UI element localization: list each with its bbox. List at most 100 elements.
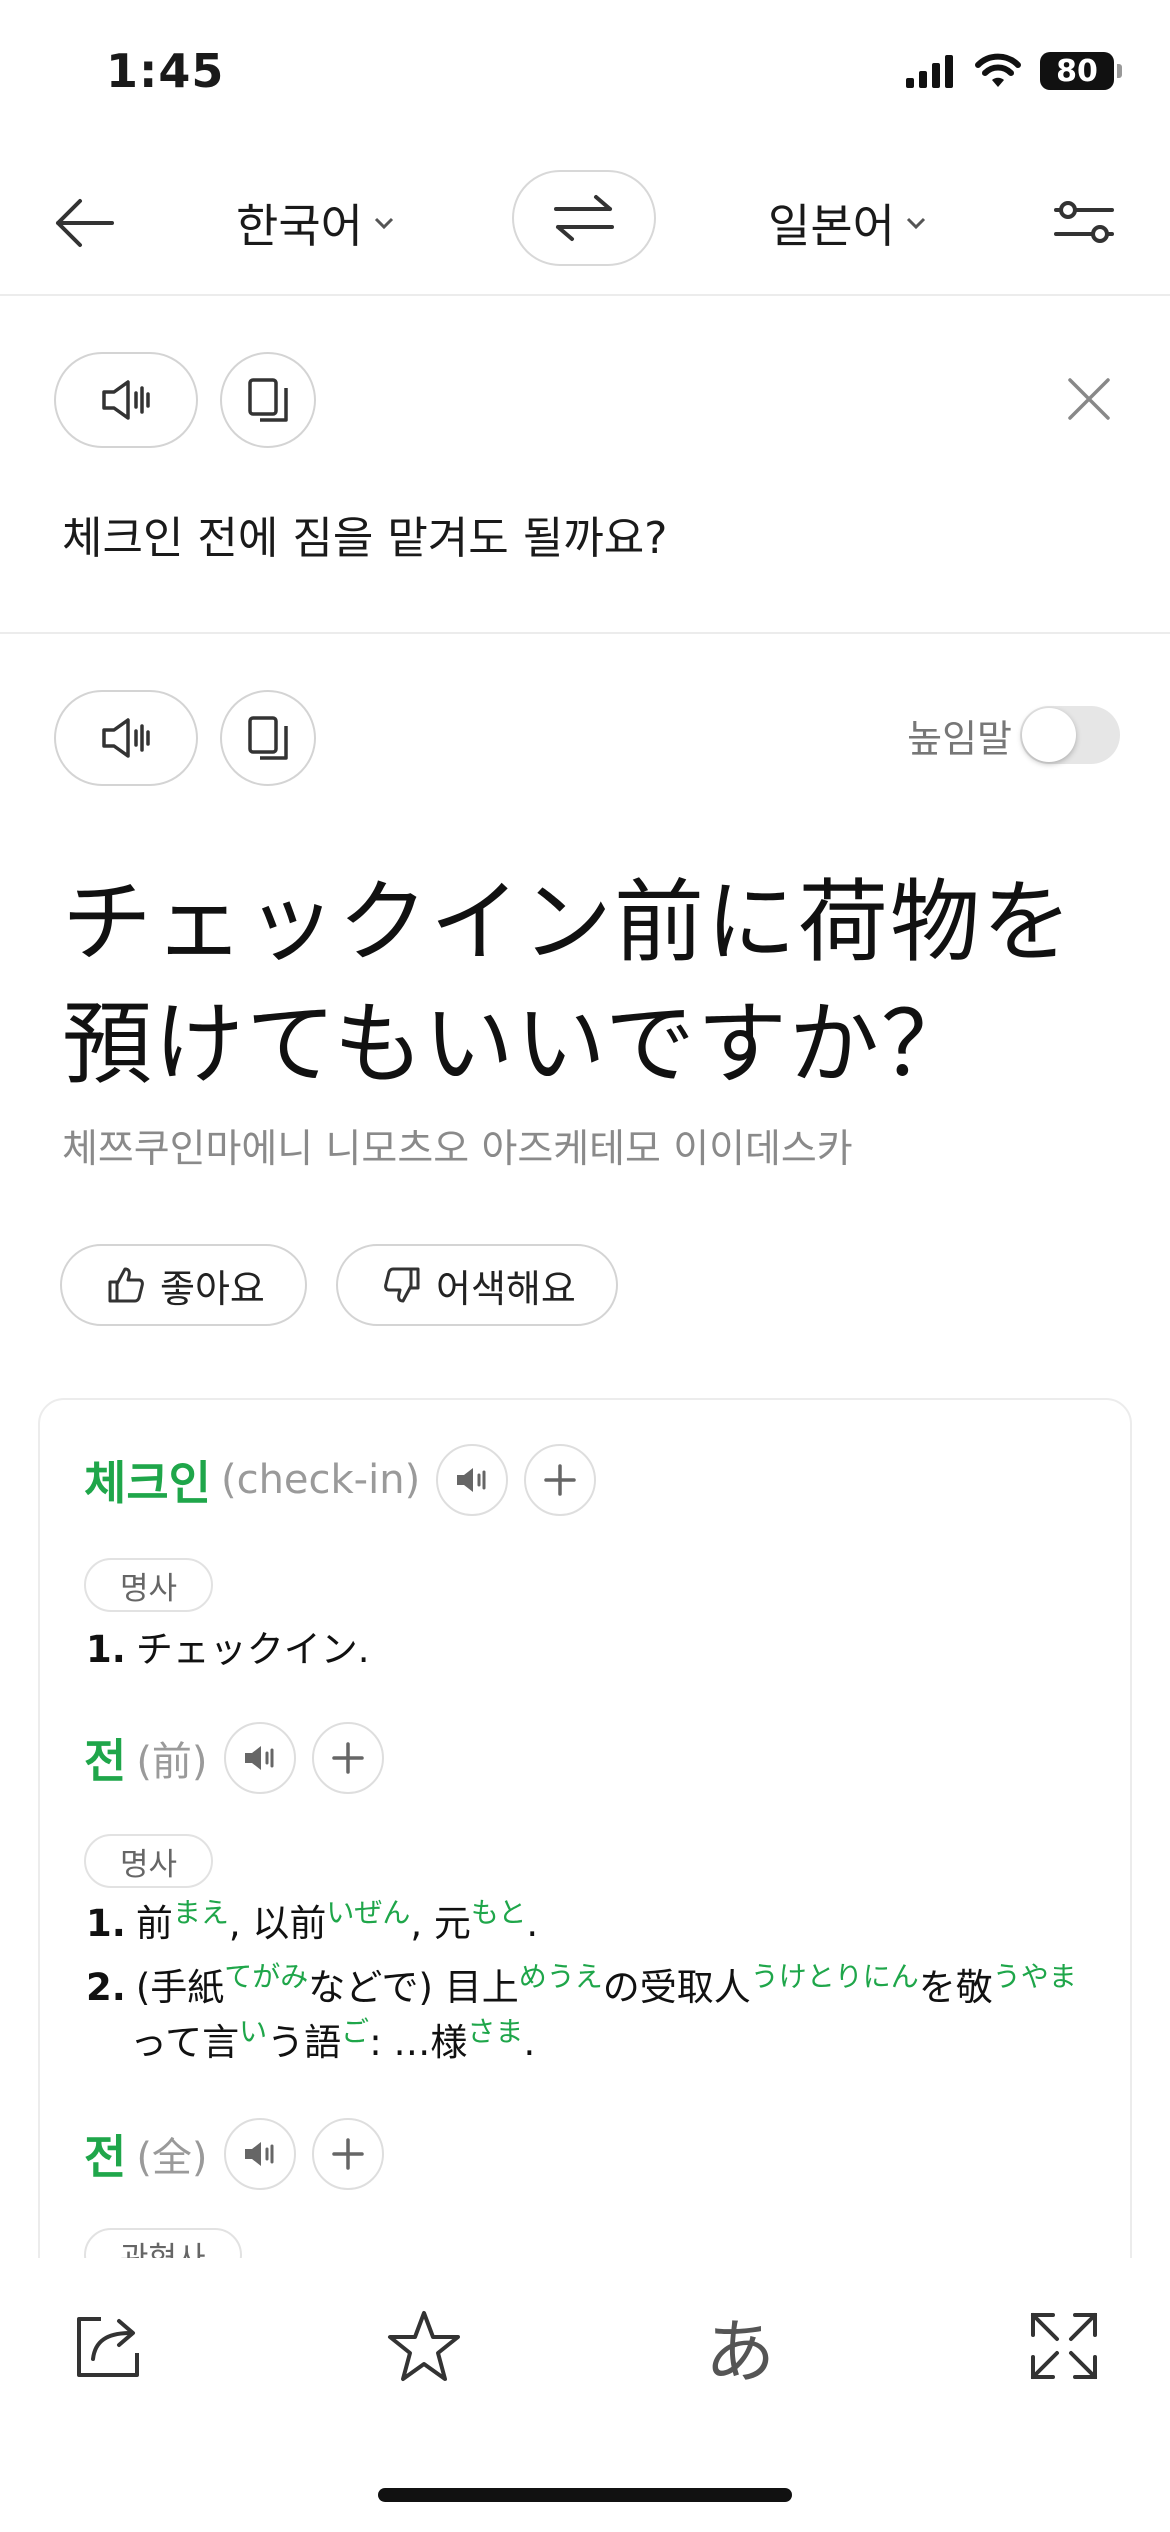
target-language-label: 일본어	[768, 199, 895, 253]
source-language-select[interactable]: 한국어	[236, 190, 397, 256]
entry-add-button[interactable]	[311, 1722, 384, 1794]
furigana: まえ	[172, 1896, 229, 1929]
entry-word[interactable]: 전	[84, 2121, 126, 2187]
sense-text: などで) 目上	[308, 1966, 519, 2009]
entry-add-button[interactable]	[524, 1444, 597, 1516]
home-indicator[interactable]	[378, 2488, 792, 2502]
sense-item: 1. 前まえ, 以前いぜん, 元もと.	[86, 1896, 539, 1953]
favorite-button[interactable]	[384, 2306, 464, 2386]
entry-word[interactable]: 전	[84, 1725, 126, 1791]
entry-add-button[interactable]	[311, 2118, 384, 2190]
speaker-icon	[244, 1746, 274, 1770]
translation-line-2: 預けてもいいですか？	[62, 992, 973, 1097]
expand-icon	[1031, 2313, 1097, 2379]
sense-text: う語	[267, 2021, 342, 2064]
entry-origin: (check-in)	[220, 1457, 421, 1503]
clear-button[interactable]	[1064, 374, 1114, 424]
furigana: もと	[470, 1896, 527, 1929]
settings-button[interactable]	[1052, 190, 1116, 254]
status-time: 1:45	[106, 44, 225, 98]
like-label: 좋아요	[160, 1266, 265, 1311]
status-bar: 1:45 80	[0, 0, 1170, 150]
translation-line-1: チェックイン前に荷物を	[62, 870, 1074, 975]
entry-speak-button[interactable]	[223, 1722, 296, 1794]
dislike-label: 어색해요	[436, 1266, 576, 1311]
honorific-toggle-group: 높임말	[907, 706, 1120, 764]
source-speak-button[interactable]	[54, 352, 198, 448]
sliders-icon	[1054, 201, 1114, 243]
sense-item: 2. (手紙てがみなどで) 目上めうえの受取人うけとりにんを敬うやま って言いう語…	[86, 1960, 1086, 2072]
furigana: い	[239, 2015, 268, 2048]
status-icons: 80	[906, 52, 1122, 90]
sense-text: , 以前	[228, 1902, 327, 1945]
target-language-select[interactable]: 일본어	[768, 190, 929, 256]
entry-origin: (前)	[136, 1739, 208, 1785]
speaker-icon	[244, 2142, 274, 2166]
like-button[interactable]: 좋아요	[60, 1244, 307, 1326]
result-speak-button[interactable]	[54, 690, 198, 786]
sense-continuation: って言いう語ご: …様さま.	[86, 2015, 1086, 2072]
share-button[interactable]	[68, 2306, 148, 2386]
sense-text: .	[523, 2021, 536, 2064]
arrow-left-icon	[56, 199, 114, 247]
furigana: さま	[467, 2015, 524, 2048]
part-of-speech-badge: 명사	[84, 1558, 214, 1612]
sense-text: を敬	[918, 1966, 993, 2009]
star-icon	[388, 2311, 460, 2381]
chevron-down-icon	[906, 217, 926, 230]
honorific-toggle[interactable]	[1020, 706, 1120, 764]
sense-text: (手紙	[135, 1966, 225, 2009]
dict-entry-head: 체크인 (check-in)	[84, 1444, 597, 1516]
entry-origin: (全)	[136, 2135, 208, 2181]
thumbs-up-icon	[108, 1267, 144, 1303]
close-icon	[1068, 378, 1110, 420]
fullscreen-button[interactable]	[1024, 2306, 1104, 2386]
sense-text: の受取人	[602, 1966, 751, 2009]
top-bar: 한국어 일본어	[0, 150, 1170, 296]
copy-icon	[248, 378, 288, 422]
source-text[interactable]: 체크인 전에 짐을 맡겨도 될까요?	[62, 502, 668, 566]
kana-button[interactable]: あ	[700, 2306, 780, 2393]
pronunciation-text: 체쯔쿠인마에니 니모츠오 아즈케테모 이이데스카	[62, 1127, 853, 1172]
sense-text: , 元	[410, 1902, 471, 1945]
honorific-label: 높임말	[907, 716, 1012, 761]
sense-item: 1. チェックイン.	[86, 1624, 370, 1676]
furigana: ご	[341, 2015, 370, 2048]
dictionary-card: 체크인 (check-in) 명사 1. チェックイン. 전 (前) 명사 1. 前…	[38, 1398, 1132, 2298]
sense-text: : …様	[369, 2021, 468, 2064]
dislike-button[interactable]: 어색해요	[336, 1244, 618, 1326]
result-copy-button[interactable]	[220, 690, 316, 786]
sense-number: 1.	[86, 1628, 126, 1671]
sense-number: 2.	[86, 1966, 126, 2009]
battery-indicator: 80	[1040, 52, 1122, 90]
sense-text: チェックイン.	[135, 1628, 370, 1671]
swap-languages-button[interactable]	[512, 170, 656, 266]
chevron-down-icon	[374, 217, 394, 230]
furigana: めうえ	[518, 1960, 603, 1993]
toggle-knob	[1022, 708, 1076, 762]
entry-speak-button[interactable]	[436, 1444, 509, 1516]
entry-speak-button[interactable]	[223, 2118, 296, 2190]
furigana: いぜん	[326, 1896, 411, 1929]
sense-number: 1.	[86, 1902, 126, 1945]
speaker-icon	[102, 380, 150, 420]
part-of-speech-badge: 명사	[84, 1834, 214, 1888]
entry-word[interactable]: 체크인	[84, 1447, 211, 1513]
translation-text[interactable]: チェックイン前に荷物を 預けてもいいですか？	[62, 862, 1122, 1106]
plus-icon	[544, 1464, 576, 1496]
source-language-label: 한국어	[236, 199, 363, 253]
share-icon	[77, 2317, 139, 2377]
signal-icon	[906, 55, 953, 88]
copy-icon	[248, 716, 288, 760]
speaker-icon	[102, 718, 150, 758]
source-copy-button[interactable]	[220, 352, 316, 448]
furigana: うやま	[992, 1960, 1077, 1993]
back-button[interactable]	[50, 188, 120, 258]
sense-text: .	[526, 1902, 539, 1945]
dict-entry-head: 전 (前)	[84, 1722, 384, 1794]
furigana: てがみ	[224, 1960, 309, 1993]
sense-text: って言	[130, 2021, 240, 2064]
wifi-icon	[975, 53, 1021, 87]
sense-text: 前	[135, 1902, 173, 1945]
swap-icon	[554, 195, 614, 241]
